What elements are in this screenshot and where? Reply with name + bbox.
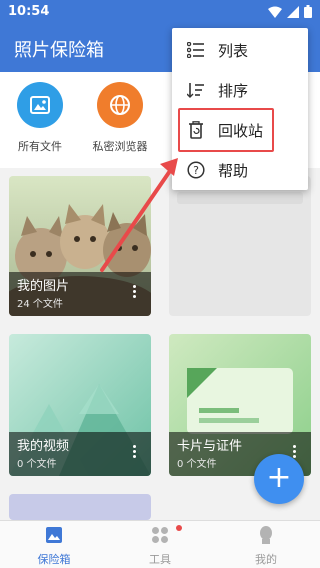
- tab-label: 保险箱: [37, 553, 71, 566]
- album-count: 0 个文件: [177, 459, 217, 470]
- album-name: 我的图片: [17, 279, 70, 294]
- album-card-photos[interactable]: 我的图片 24 个文件: [9, 176, 151, 316]
- album-card-placeholder: [169, 176, 311, 316]
- quick-action-label: 所有文件: [18, 140, 62, 153]
- tab-vault[interactable]: 保险箱: [14, 525, 94, 567]
- highlight-box: [178, 108, 274, 152]
- tab-label: 我的: [255, 553, 277, 566]
- page-title: 照片保险箱: [14, 40, 104, 61]
- wifi-icon: [268, 6, 282, 18]
- menu-item-list[interactable]: 列表: [172, 30, 308, 70]
- menu-item-help[interactable]: ? 帮助: [172, 150, 308, 190]
- svg-text:?: ?: [193, 164, 199, 177]
- globe-icon: [97, 82, 143, 128]
- album-name: 我的视频: [17, 439, 70, 454]
- signal-icon: [287, 5, 299, 18]
- quick-action-private-browser[interactable]: 私密浏览器: [80, 82, 160, 154]
- status-bar: 10:54: [0, 0, 320, 24]
- photo-icon: [46, 527, 62, 543]
- placeholder-bar: [177, 192, 303, 204]
- menu-item-sort[interactable]: 排序: [172, 70, 308, 110]
- bottom-nav: 保险箱 工具 我的: [0, 520, 320, 568]
- quick-action-label: 私密浏览器: [92, 140, 148, 153]
- album-name: 卡片与证件: [177, 439, 243, 454]
- more-vert-icon[interactable]: [133, 283, 137, 300]
- more-vert-icon[interactable]: [293, 443, 297, 460]
- tab-label: 工具: [149, 553, 171, 566]
- notification-badge: [176, 525, 182, 531]
- album-card-videos[interactable]: 我的视频 0 个文件: [9, 334, 151, 476]
- sort-icon: [186, 80, 206, 100]
- tab-tools[interactable]: 工具: [120, 525, 200, 567]
- quick-action-all-files[interactable]: 所有文件: [0, 82, 80, 154]
- tab-profile[interactable]: 我的: [226, 525, 306, 567]
- album-count: 24 个文件: [17, 299, 63, 310]
- status-time: 10:54: [8, 4, 50, 19]
- user-icon: [260, 526, 272, 544]
- status-icons: [268, 5, 312, 18]
- menu-item-label: 列表: [218, 41, 249, 60]
- grid-icon: [152, 527, 168, 543]
- menu-item-label: 排序: [218, 81, 249, 100]
- help-icon: ?: [186, 160, 206, 180]
- album-card-partial[interactable]: [9, 494, 151, 520]
- album-count: 0 个文件: [17, 459, 57, 470]
- image-icon: [17, 82, 63, 128]
- album-card-ids[interactable]: 卡片与证件 0 个文件: [169, 334, 311, 476]
- list-icon: [186, 40, 206, 60]
- more-vert-icon[interactable]: [133, 443, 137, 460]
- menu-item-label: 帮助: [218, 161, 249, 180]
- add-button[interactable]: +: [254, 454, 304, 504]
- battery-icon: [304, 5, 312, 18]
